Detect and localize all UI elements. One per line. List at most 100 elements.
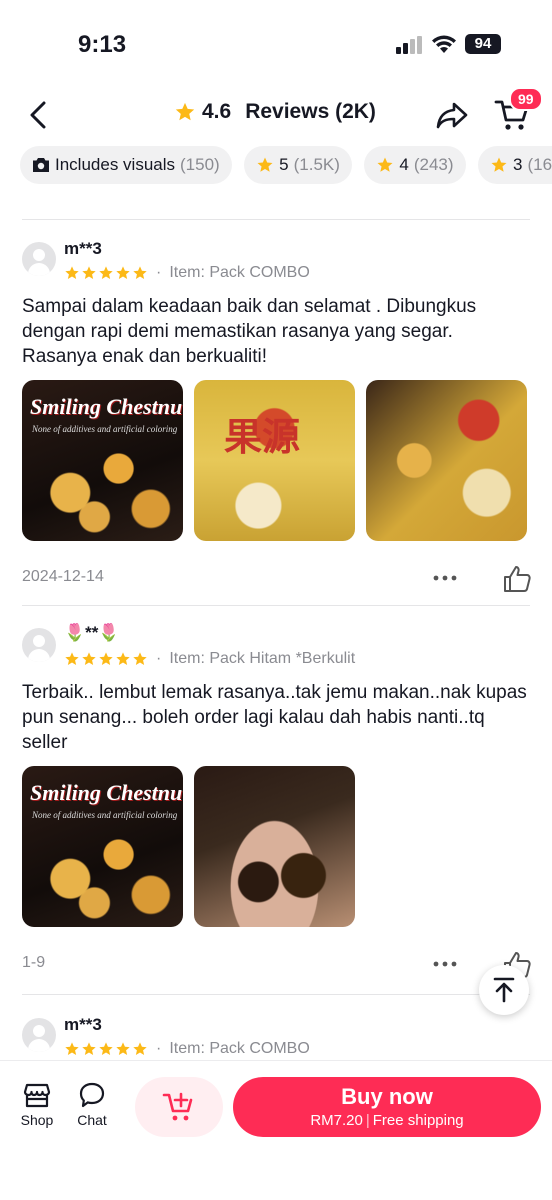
divider [22,994,530,995]
separator-dot: · [156,650,162,667]
filter-label: 5 [279,155,289,174]
review-photos: Smiling Chestnut None of additives and a… [22,766,355,927]
review-photo[interactable] [366,380,527,541]
price: RM7.20 [310,1112,363,1129]
chat-icon [79,1082,105,1108]
top-nav: 4.6 Reviews (2K) [0,88,552,142]
shop-label: Shop [20,1112,54,1128]
filter-5-star[interactable]: 5 (1.5K) [244,146,352,184]
shop-button[interactable]: Shop [12,1081,62,1128]
share-icon[interactable] [435,100,469,130]
chat-button[interactable]: Chat [67,1081,117,1128]
star-icon [99,1042,113,1055]
photo-brand-text: Smiling Chestnut [30,394,183,419]
status-bar: 9:13 94 [0,0,552,80]
review-username[interactable]: m**3 [64,239,102,259]
shop-icon [23,1083,51,1108]
shipping-label: Free shipping [372,1112,464,1129]
photo-subtext: None of additives and artificial colorin… [32,810,178,820]
star-icon [175,102,195,121]
review-meta: · Item: Pack Hitam *Berkulit [64,650,355,668]
star-rating [64,651,148,667]
battery-indicator: 94 [465,34,501,54]
review-username[interactable]: m**3 [64,1015,102,1035]
star-icon [133,652,147,665]
camera-icon [33,158,49,172]
review-meta: · Item: Pack COMBO [64,264,310,282]
avatar[interactable] [22,628,56,662]
more-options-icon[interactable] [432,954,458,974]
photo-brand-text: 果源 [224,417,301,459]
filter-count: (243) [413,155,454,174]
star-icon [65,652,79,665]
review-photo[interactable] [194,766,355,927]
more-options-icon[interactable] [432,568,458,588]
star-rating [64,1041,148,1057]
arrow-up-icon [493,977,515,1003]
star-icon [99,266,113,279]
add-to-cart-button[interactable] [135,1077,223,1137]
review-photo[interactable]: 果源 [194,380,355,541]
star-icon [133,1042,147,1055]
status-time: 9:13 [78,31,127,58]
back-arrow-icon[interactable] [24,98,54,132]
filter-includes-visuals[interactable]: Includes visuals (150) [20,146,232,184]
review-footer: 1-9 [22,950,532,980]
filter-label: 3 [512,155,523,174]
chat-label: Chat [77,1112,107,1128]
photo-brand-text: Smiling Chestnut [30,780,183,805]
review-item-variant: Item: Pack COMBO [169,264,310,281]
star-icon [82,1042,96,1055]
review-username[interactable]: 🌷**🌷 [64,623,120,643]
filter-count: (1.5K) [293,155,340,174]
star-icon [99,652,113,665]
avatar[interactable] [22,242,56,276]
page-title: 4.6 Reviews (2K) [174,100,376,124]
separator-dot: · [156,264,162,281]
review-date: 2024-12-14 [22,568,104,585]
review-text: Sampai dalam keadaan baik dan selamat . … [22,296,477,367]
review-photo[interactable]: Smiling Chestnut None of additives and a… [22,380,183,541]
reviews-title: Reviews (2K) [245,100,376,123]
buy-now-label: Buy now [341,1084,433,1109]
bottom-action-bar: Shop Chat Buy now RM7.20 | Free shipping [0,1060,552,1200]
star-icon [116,652,130,665]
star-icon [65,1042,79,1055]
divider [22,605,530,606]
star-icon [257,157,273,172]
review-photo[interactable]: Smiling Chestnut None of additives and a… [22,766,183,927]
photo-subtext: None of additives and artificial colorin… [32,424,178,434]
review-footer: 2024-12-14 [22,564,532,594]
star-icon [65,266,79,279]
scroll-to-top-button[interactable] [479,965,529,1015]
cart-badge: 99 [509,87,543,111]
avatar[interactable] [22,1018,56,1052]
star-icon [116,266,130,279]
filter-4-star[interactable]: 4 (243) [364,146,466,184]
filter-3-star[interactable]: 3 (168) [477,146,552,184]
review-photos: Smiling Chestnut None of additives and a… [22,380,527,541]
filter-label: Includes visuals [55,155,176,174]
thumbs-up-icon[interactable] [502,564,532,594]
filter-chips: Includes visuals (150) 5 (1.5K) 4 (243) … [20,146,552,184]
review-item-variant: Item: Pack COMBO [169,1040,310,1057]
filter-count: (168) [527,155,552,174]
star-icon [82,266,96,279]
star-icon [491,157,507,172]
star-icon [377,157,393,172]
add-cart-icon [162,1092,193,1121]
star-rating [64,265,148,281]
filter-label: 4 [399,155,409,174]
review-text: Terbaik.. lembut lemak rasanya..tak jemu… [22,682,527,753]
filter-count: (150) [180,155,220,174]
separator: | [365,1112,370,1129]
review-item-variant: Item: Pack Hitam *Berkulit [169,650,356,667]
star-icon [82,652,96,665]
price-shipping: RM7.20 | Free shipping [233,1112,541,1129]
review-date: 1-9 [22,954,46,971]
reviews-list[interactable]: m**3 · Item: Pack COMBO Sampai dalam kea… [0,184,552,1060]
separator-dot: · [156,1040,162,1057]
signal-icon [396,36,422,54]
rating-value: 4.6 [202,100,232,123]
buy-now-button[interactable]: Buy now RM7.20 | Free shipping [233,1077,541,1137]
